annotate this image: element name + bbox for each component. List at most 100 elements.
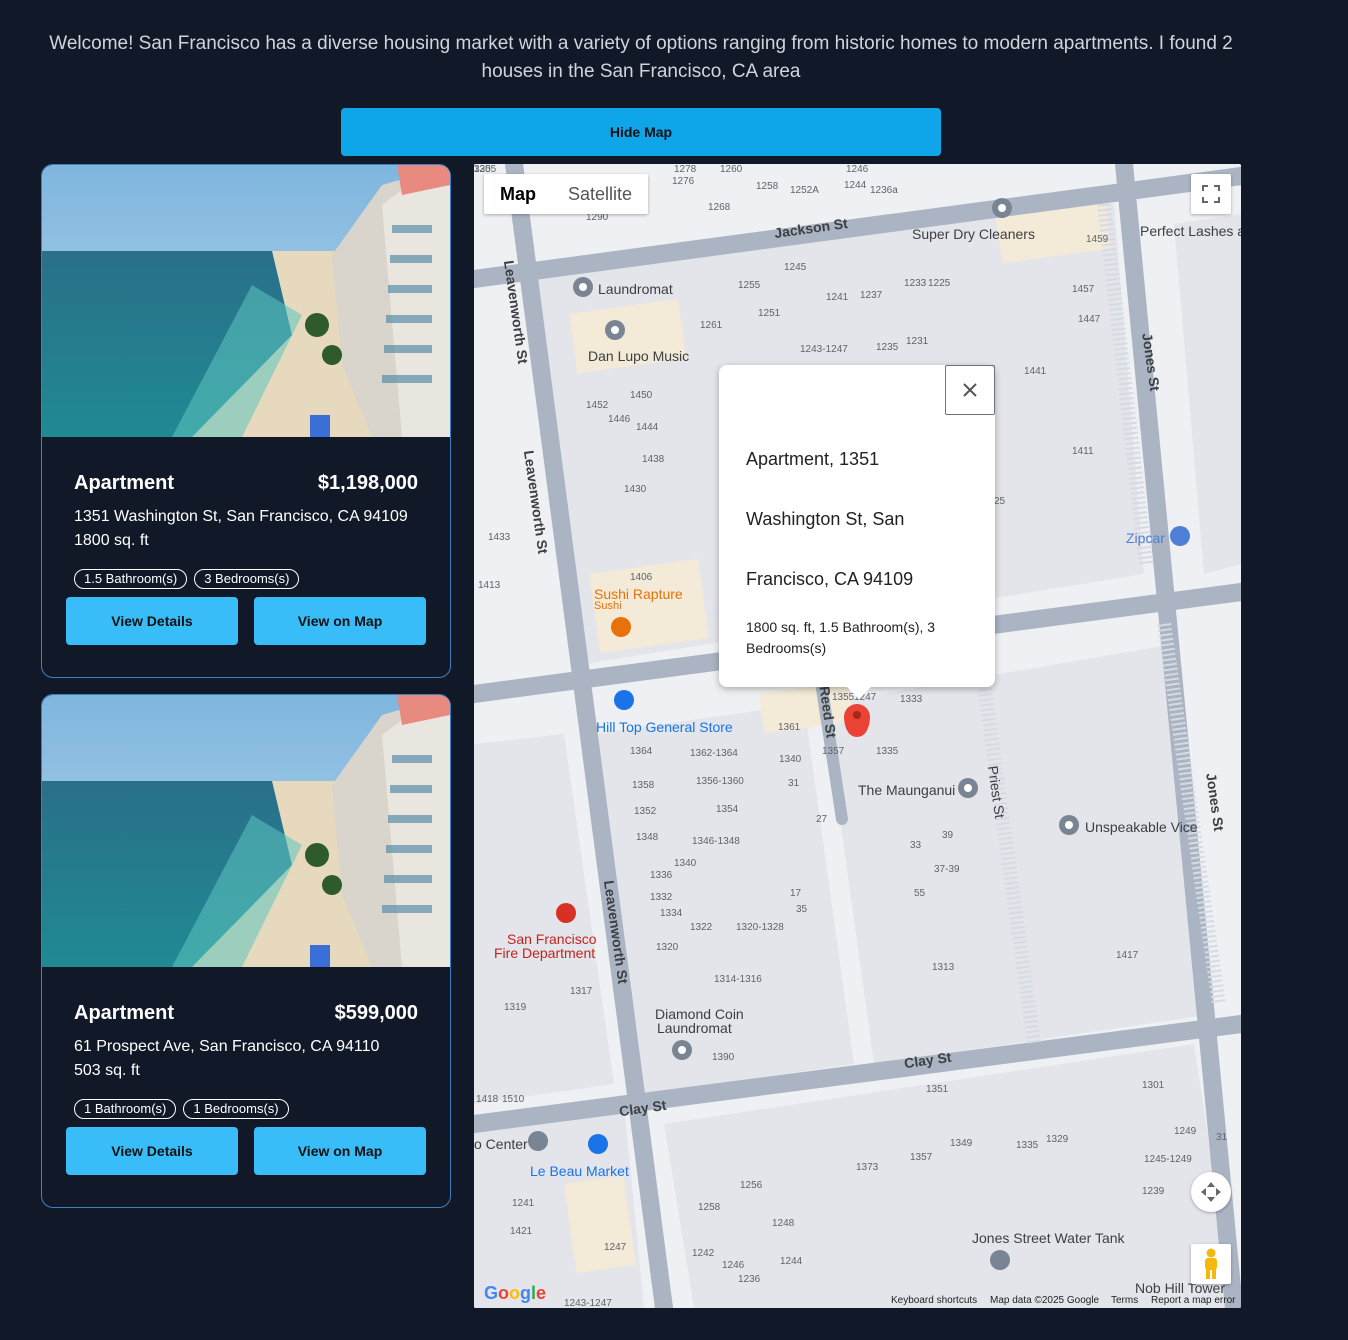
building-number: 1357 xyxy=(822,746,845,757)
building-number: 35 xyxy=(796,904,808,915)
building-number: 27 xyxy=(816,814,828,825)
building-number: 1255 xyxy=(738,280,761,291)
building-number: 17 xyxy=(790,888,802,899)
listing-type: Apartment xyxy=(74,472,175,494)
building-number: 39 xyxy=(942,830,954,841)
map-base[interactable] xyxy=(474,164,1241,1308)
building-number: 1340 xyxy=(779,754,802,765)
google-logo: Google xyxy=(484,1283,547,1303)
poi-center[interactable]: o Center xyxy=(474,1136,528,1152)
building-number: 1373 xyxy=(856,1162,879,1173)
building-number: 1332 xyxy=(650,892,673,903)
intro-message: Welcome! San Francisco has a diverse hou… xyxy=(49,33,1233,82)
view-details-button[interactable]: View Details xyxy=(66,1127,238,1175)
poi-le-beau-market[interactable]: Le Beau Market xyxy=(530,1163,629,1179)
listing-price: $1,198,000 xyxy=(317,472,418,494)
poi-jones-street-water-tank[interactable]: Jones Street Water Tank xyxy=(972,1230,1125,1246)
poi-sushi-category: Sushi xyxy=(594,600,622,612)
building-number: 1236a xyxy=(870,185,898,196)
street-view-pegman-button[interactable] xyxy=(1191,1244,1231,1284)
building-number: 55 xyxy=(914,888,926,899)
building-number: 1244 xyxy=(844,180,867,191)
pegman-icon xyxy=(1205,1248,1217,1279)
building-number: 1441 xyxy=(1024,366,1047,377)
poi-unspeakable-vice[interactable]: Unspeakable Vice xyxy=(1085,819,1198,835)
poi-zipcar[interactable]: Zipcar xyxy=(1126,530,1165,546)
building-number: 1411 xyxy=(1072,446,1094,457)
building-number: 1256 xyxy=(740,1180,763,1191)
building-number: 1356-1360 xyxy=(696,776,744,787)
building-number: 1237 xyxy=(860,290,883,301)
poi-the-maunganui[interactable]: The Maunganui xyxy=(858,782,955,798)
map-info-window: Apartment, 1351 Washington St, San Franc… xyxy=(719,365,995,699)
fullscreen-button[interactable] xyxy=(1191,174,1231,214)
view-on-map-button[interactable]: View on Map xyxy=(254,597,426,645)
info-window-close-button[interactable] xyxy=(945,365,995,415)
building-number: 1438 xyxy=(642,454,665,465)
poi-perfect-lashes[interactable]: Perfect Lashes a xyxy=(1140,223,1241,239)
building-number: 1510 xyxy=(502,1094,525,1105)
poi-dan-lupo-music[interactable]: Dan Lupo Music xyxy=(588,348,689,364)
listing-sqft: 503 sq. ft xyxy=(74,1062,140,1079)
building-number: 1225 xyxy=(928,278,951,289)
hide-map-button[interactable]: Hide Map xyxy=(341,108,941,156)
map-view[interactable]: Jackson St Leavenworth St Leavenworth St… xyxy=(474,164,1241,1308)
listing-address: 61 Prospect Ave, San Francisco, CA 94110 xyxy=(74,1038,380,1055)
listing-tags: 1 Bathroom(s) 1 Bedrooms(s) xyxy=(74,1099,289,1119)
building-number: 1418 xyxy=(476,1094,499,1105)
building-number: 1358 xyxy=(632,780,655,791)
building-number: 1447 xyxy=(1078,314,1101,325)
poi-diamond-coin-laundromat-line2[interactable]: Laundromat xyxy=(657,1020,732,1036)
listing-type: Apartment xyxy=(74,1002,175,1024)
building-number: 1233 xyxy=(904,278,927,289)
building-number: 1413 xyxy=(478,580,501,591)
map-type-map-button[interactable]: Map xyxy=(484,174,552,214)
building-number: 1244 xyxy=(780,1256,803,1267)
building-number: 1320-1328 xyxy=(736,922,784,933)
bedroom-badge: 1 Bedrooms(s) xyxy=(183,1099,289,1119)
building-number: 1364 xyxy=(630,746,653,757)
building-number: 33 xyxy=(910,840,922,851)
view-on-map-button[interactable]: View on Map xyxy=(254,1127,426,1175)
building-number: 1236 xyxy=(738,1274,761,1285)
camera-move-icon xyxy=(1201,1182,1221,1202)
building-number: 1361 xyxy=(778,722,801,733)
building-number: 1336 xyxy=(650,870,673,881)
building-number: 1406 xyxy=(630,572,653,583)
keyboard-shortcuts-link[interactable]: Keyboard shortcuts xyxy=(891,1295,977,1306)
building-number: 1352 xyxy=(634,806,657,817)
building-number: 1349 xyxy=(950,1138,973,1149)
building-number: 37-39 xyxy=(934,864,960,875)
poi-fire-department-line2[interactable]: Fire Department xyxy=(494,945,595,961)
listing-address: 1351 Washington St, San Francisco, CA 94… xyxy=(74,508,408,525)
building-number: 1278 xyxy=(674,164,697,175)
camera-control-button[interactable] xyxy=(1191,1172,1231,1212)
building-number: 1444 xyxy=(636,422,659,433)
building-number: 1246 xyxy=(846,164,869,175)
bedroom-badge: 3 Bedrooms(s) xyxy=(194,569,300,589)
building-number: 1276 xyxy=(672,176,695,187)
listing-card: Apartment $599,000 61 Prospect Ave, San … xyxy=(41,694,451,1208)
building-number: 1231 xyxy=(906,336,929,347)
building-number: 25 xyxy=(994,496,1006,507)
bathroom-badge: 1.5 Bathroom(s) xyxy=(74,569,188,589)
view-details-button[interactable]: View Details xyxy=(66,597,238,645)
building-number: 1249 xyxy=(1174,1126,1197,1137)
building-number: 1446 xyxy=(608,414,631,425)
building-number: 1333 xyxy=(900,694,923,705)
building-number: 1452 xyxy=(586,400,609,411)
building-number: 1335 xyxy=(1016,1140,1039,1151)
building-number: 1251 xyxy=(758,308,781,319)
terms-link[interactable]: Terms xyxy=(1111,1295,1138,1306)
building-number: 1246 xyxy=(722,1260,745,1271)
bathroom-badge: 1 Bathroom(s) xyxy=(74,1099,177,1119)
poi-super-dry-cleaners[interactable]: Super Dry Cleaners xyxy=(912,226,1035,242)
report-map-error-link[interactable]: Report a map error xyxy=(1151,1295,1235,1306)
building-number: 1357 xyxy=(910,1152,933,1163)
map-type-control: Map Satellite xyxy=(484,174,649,214)
map-type-satellite-button[interactable]: Satellite xyxy=(552,174,648,214)
poi-laundromat[interactable]: Laundromat xyxy=(598,281,673,297)
building-number: 1450 xyxy=(630,390,653,401)
poi-hill-top-general-store[interactable]: Hill Top General Store xyxy=(596,719,733,735)
building-number: 1313 xyxy=(932,962,955,973)
